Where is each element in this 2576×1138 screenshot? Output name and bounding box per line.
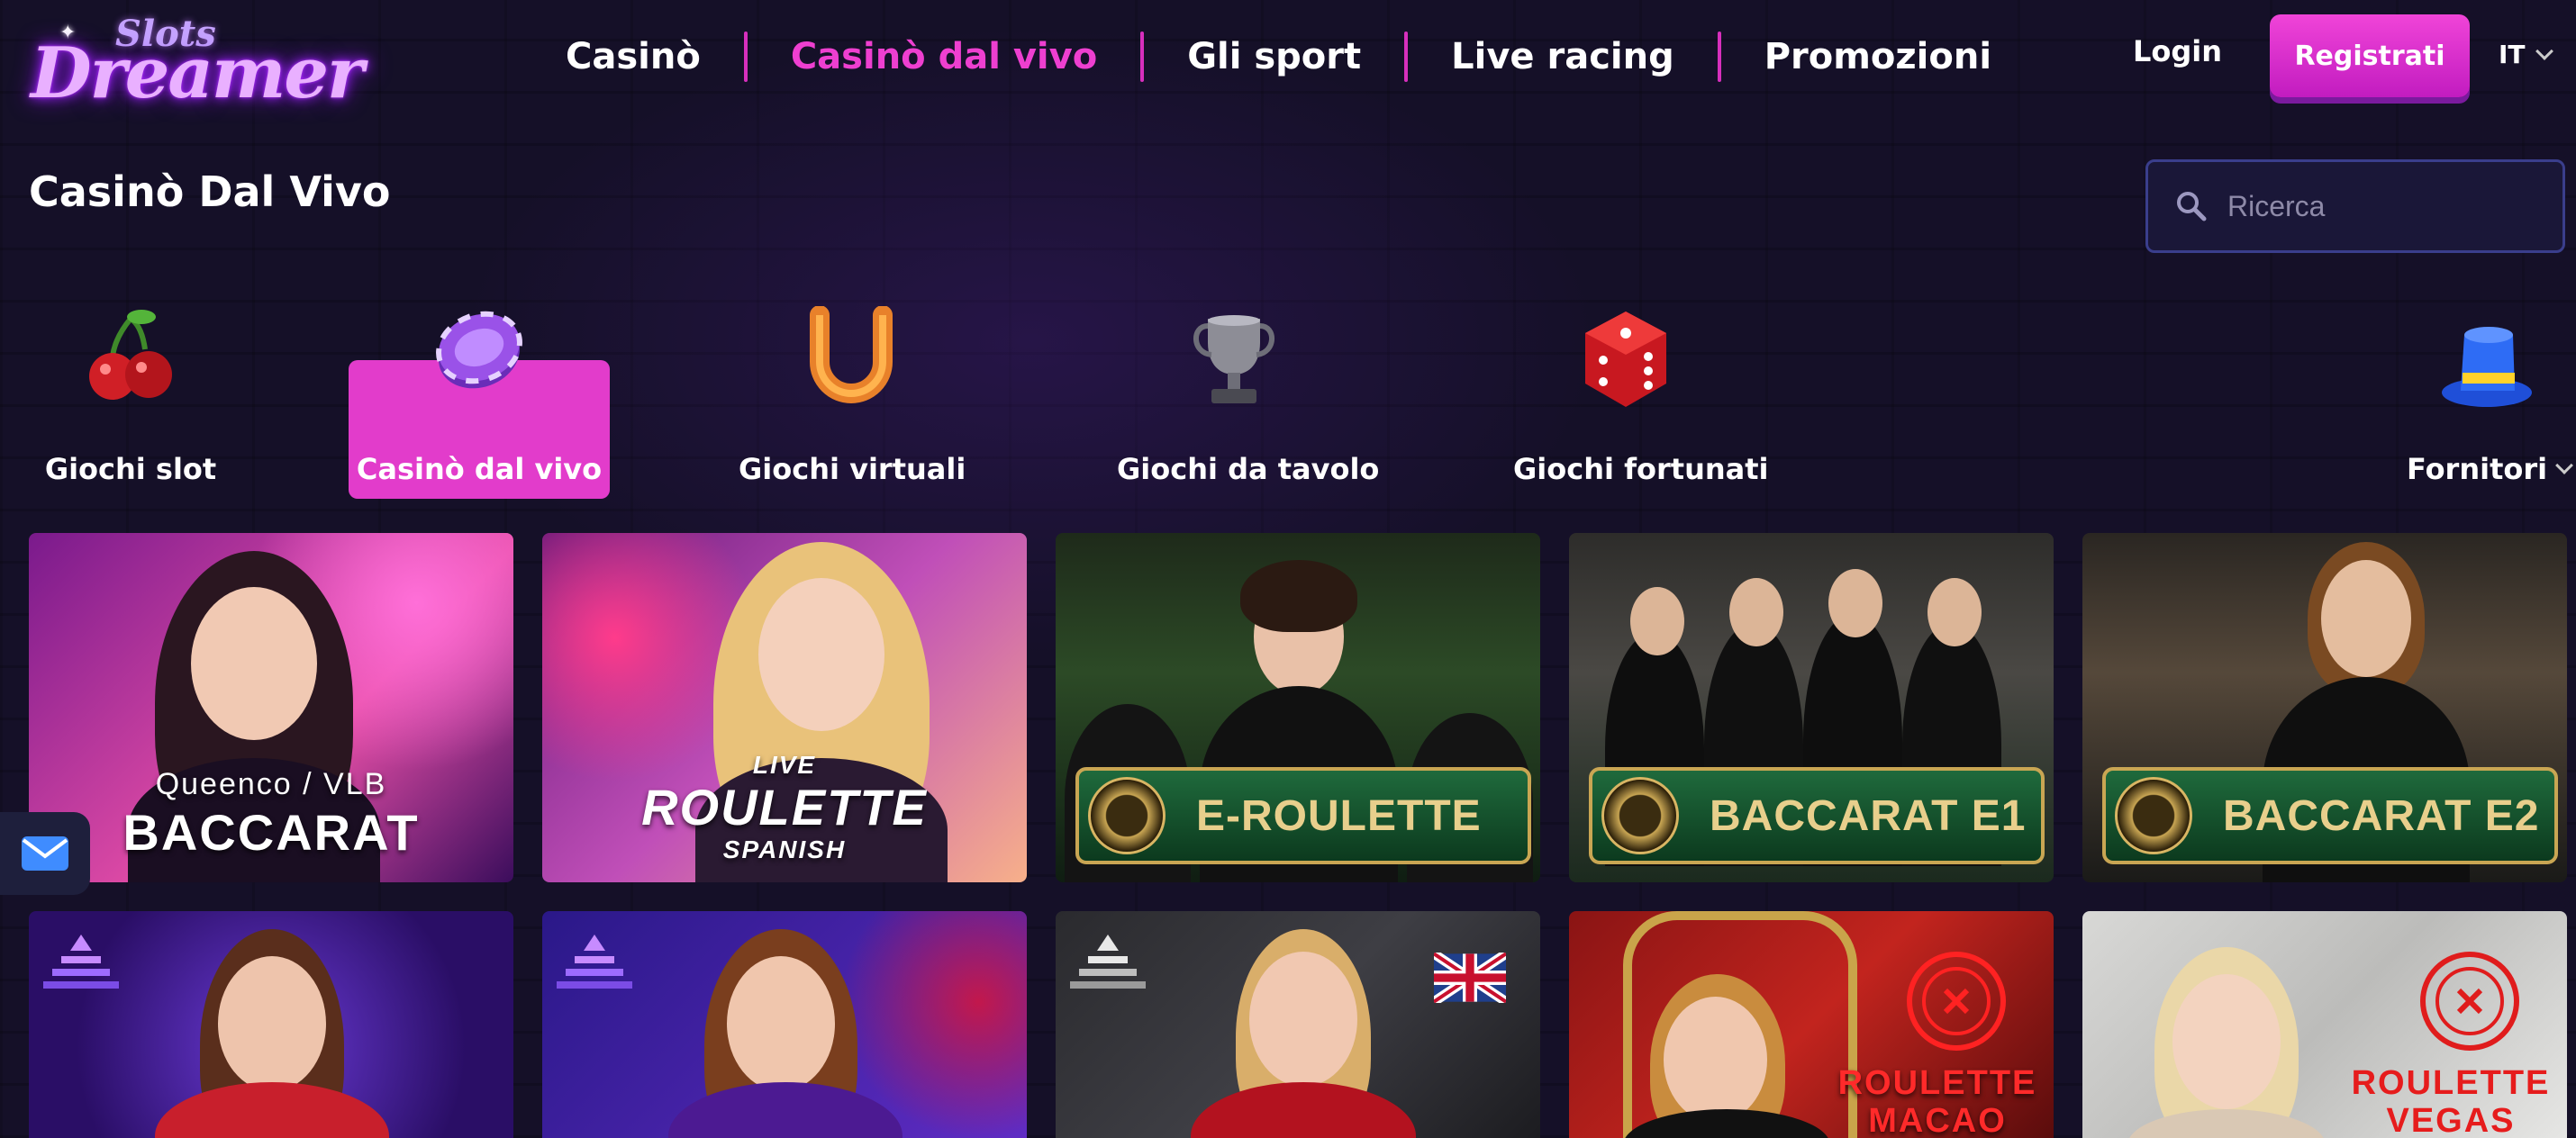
category-label: Giochi fortunati — [1513, 452, 1769, 486]
game-title: ROULETTE — [641, 779, 928, 835]
game-title: E-ROULETTE — [1196, 791, 1482, 840]
providers-dropdown[interactable]: Fornitori — [2396, 315, 2576, 486]
logo-big-text: Dreamer — [31, 32, 364, 114]
chevron-down-icon — [2555, 456, 2574, 474]
nav-live-racing[interactable]: Live racing — [1408, 32, 1718, 82]
providers-label-wrap: Fornitori — [2407, 452, 2574, 486]
game-tile[interactable] — [542, 911, 1027, 1138]
contact-mail-button[interactable] — [0, 812, 90, 895]
chevron-down-icon — [2535, 41, 2553, 60]
nav-live-casino[interactable]: Casinò dal vivo — [748, 32, 1140, 82]
game-tile[interactable]: ROULETTE VEGAS — [2082, 911, 2567, 1138]
login-link[interactable]: Login — [2133, 34, 2222, 68]
dice-icon — [1585, 312, 1666, 407]
uk-flag-icon — [1434, 953, 1506, 1003]
roulette-wheel-icon — [1907, 952, 2006, 1051]
horseshoe-icon — [810, 306, 893, 403]
casino-chip-icon — [436, 311, 522, 389]
nav-casino[interactable]: Casinò — [522, 32, 744, 82]
search-icon — [2177, 192, 2207, 221]
game-tile[interactable]: ROULETTE MACAO — [1569, 911, 2054, 1138]
language-code: IT — [2499, 40, 2526, 69]
game-title-top: LIVE — [752, 751, 817, 779]
category-lucky-games[interactable]: Giochi fortunati — [1513, 306, 1769, 486]
category-label: Giochi virtuali — [739, 452, 966, 486]
category-label: Giochi da tavolo — [1117, 452, 1380, 486]
nav-sports[interactable]: Gli sport — [1144, 32, 1404, 82]
game-title: BACCARAT E2 — [2223, 791, 2540, 840]
category-table-games[interactable]: Giochi da tavolo — [1117, 306, 1380, 486]
game-title: ROULETTE — [2351, 1064, 2551, 1102]
provider-logo-icon — [557, 935, 632, 989]
language-selector[interactable]: IT — [2499, 40, 2553, 69]
search-box[interactable] — [2145, 159, 2565, 253]
category-virtual-games[interactable]: Giochi virtuali — [739, 306, 966, 486]
page-title: Casinò Dal Vivo — [29, 167, 391, 216]
category-live-casino[interactable]: Casinò dal vivo — [349, 306, 610, 499]
chip-logo-icon — [2115, 777, 2192, 854]
cherry-icon — [89, 310, 172, 400]
trophy-icon — [1193, 315, 1274, 403]
game-tile[interactable]: LIVE ROULETTE SPANISH — [542, 533, 1027, 882]
game-subtitle: SPANISH — [722, 835, 847, 863]
category-label: Casinò dal vivo — [356, 452, 603, 486]
search-input[interactable] — [2227, 189, 2552, 223]
game-title-top: Queenco / VLB — [155, 767, 387, 801]
top-hat-icon — [2442, 327, 2532, 407]
game-banner: E-ROULETTE — [1075, 767, 1531, 864]
category-label: Giochi slot — [44, 452, 217, 486]
nav-promotions[interactable]: Promozioni — [1721, 32, 2035, 82]
site-header: ✦ ✦ Slots Dreamer Casinò Casinò dal vivo… — [0, 0, 2576, 114]
mail-icon — [22, 836, 68, 871]
site-logo[interactable]: ✦ ✦ Slots Dreamer — [27, 7, 364, 114]
game-banner: BACCARAT E1 — [1589, 767, 2045, 864]
provider-logo-icon — [1070, 935, 1146, 989]
game-tile[interactable]: BACCARAT E1 — [1569, 533, 2054, 882]
chip-logo-icon — [1088, 777, 1166, 854]
game-subtitle: MACAO — [1868, 1102, 2007, 1138]
game-title: BACCARAT E1 — [1710, 791, 2027, 840]
game-tile[interactable]: Queenco / VLB BACCARAT — [29, 533, 513, 882]
roulette-wheel-icon — [2420, 952, 2519, 1051]
game-tile[interactable]: BACCARAT E2 — [2082, 533, 2567, 882]
game-subtitle: VEGAS — [2386, 1102, 2516, 1138]
game-tile[interactable]: E-ROULETTE — [1056, 533, 1540, 882]
chip-logo-icon — [1601, 777, 1679, 854]
game-tile[interactable] — [1056, 911, 1540, 1138]
game-tile[interactable] — [29, 911, 513, 1138]
game-banner: BACCARAT E2 — [2102, 767, 2558, 864]
provider-logo-icon — [43, 935, 119, 989]
game-title: ROULETTE — [1837, 1064, 2037, 1102]
game-title: BACCARAT — [122, 804, 420, 861]
providers-label: Fornitori — [2407, 452, 2548, 486]
category-slot-games[interactable]: Giochi slot — [36, 306, 225, 486]
register-button[interactable]: Registrati — [2270, 14, 2470, 97]
main-nav: Casinò Casinò dal vivo Gli sport Live ra… — [522, 25, 2035, 88]
